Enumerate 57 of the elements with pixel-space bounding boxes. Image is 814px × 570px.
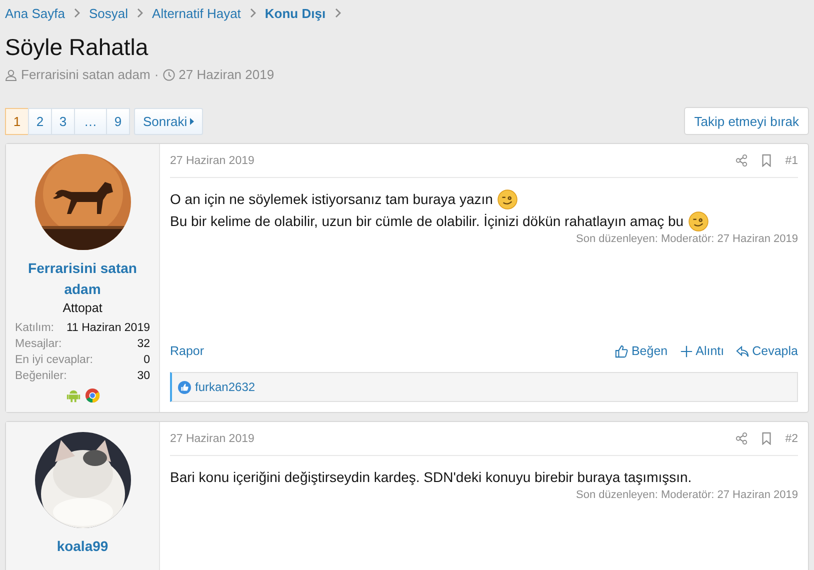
post-number-link[interactable]: #2	[785, 432, 798, 444]
like-badge-icon	[178, 380, 191, 394]
stat-label: Katılım:	[15, 321, 54, 336]
unwatch-button[interactable]: Takip etmeyi bırak	[684, 107, 809, 135]
thumbs-up-icon	[615, 344, 628, 358]
bookmark-icon[interactable]	[760, 432, 774, 445]
next-page-button[interactable]: Sonraki	[134, 108, 204, 134]
caret-icon	[190, 118, 194, 124]
stat-value: 0	[144, 353, 150, 368]
plus-icon	[680, 344, 693, 358]
thread-title: Söyle Rahatla	[5, 33, 150, 61]
reply-link[interactable]: Cevapla	[736, 344, 798, 358]
breadcrumb-link[interactable]: Konu Dışı	[264, 6, 326, 20]
bookmark-icon[interactable]	[760, 154, 774, 167]
page-link[interactable]: 9	[106, 108, 130, 134]
share-icon[interactable]	[735, 432, 748, 445]
separator-dot: ·	[154, 67, 159, 82]
user-icon	[5, 68, 17, 80]
thread-date: 27 Haziran 2019	[178, 67, 274, 82]
reply-icon	[736, 344, 750, 358]
chevron-icon	[136, 8, 144, 18]
share-icon[interactable]	[735, 154, 748, 167]
stat-value: 30	[137, 369, 150, 384]
breadcrumb-link[interactable]: Alternatif Hayat	[152, 6, 241, 20]
post-number-link[interactable]: #1	[785, 154, 798, 166]
clock-icon	[162, 68, 175, 80]
post-text: Bari konu içeriğini değiştirseydin kardeş. SDN'deki konuyu birebir buraya taşımışsın.	[170, 468, 692, 487]
thread-author: Ferrarisini satan adam	[21, 67, 150, 82]
page-link[interactable]: 1	[5, 108, 29, 134]
like-link[interactable]: Beğen	[615, 344, 668, 358]
username-link[interactable]: Ferrarisini satan adam	[15, 258, 150, 300]
post-text: Bu bir kelime de olabilir, uzun bir cümle de olabilir. İçinizi dökün rahatlayın amaç bu	[170, 212, 684, 231]
chevron-icon	[334, 8, 342, 18]
page-link[interactable]: 3	[51, 108, 75, 134]
chevron-icon	[248, 8, 257, 18]
stat-value: 11 Haziran 2019	[66, 321, 150, 336]
stat-label: En iyi cevaplar:	[15, 353, 93, 368]
breadcrumb-link[interactable]: Sosyal	[89, 6, 128, 20]
chevron-icon	[73, 8, 81, 18]
page-link[interactable]: …	[74, 108, 107, 134]
user-title: Attopat	[62, 301, 102, 315]
post-text: O an için ne söylemek istiyorsanız tam buraya yazın	[170, 190, 493, 209]
quote-link[interactable]: Alıntı	[680, 344, 724, 358]
edit-note: Son düzenleyen: Moderatör: 27 Haziran 2019	[575, 489, 798, 501]
edit-note: Son düzenleyen: Moderatör: 27 Haziran 2019	[575, 233, 798, 245]
android-icon	[66, 388, 80, 403]
page-link[interactable]: 2	[28, 108, 52, 134]
post-date: 27 Haziran 2019	[170, 154, 254, 166]
breadcrumb-link[interactable]: Ana Sayfa	[5, 6, 65, 20]
username-link[interactable]: koala99	[56, 536, 108, 557]
liker-link[interactable]: furkan2632	[195, 380, 256, 394]
stat-label: Beğeniler:	[15, 369, 67, 384]
stat-label: Mesajlar:	[15, 337, 62, 352]
chrome-icon	[84, 388, 100, 403]
report-link[interactable]: Rapor	[170, 344, 204, 358]
stat-value: 32	[137, 337, 150, 352]
post-date: 27 Haziran 2019	[170, 432, 254, 444]
